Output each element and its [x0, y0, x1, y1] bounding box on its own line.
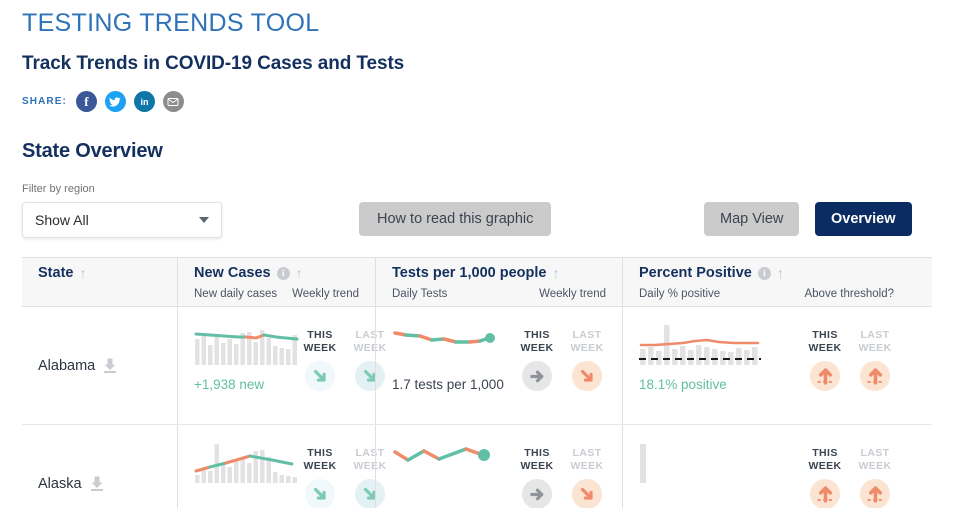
sort-ascending-icon[interactable]: ↑	[552, 266, 559, 280]
download-icon[interactable]	[103, 358, 117, 373]
region-filter-select[interactable]: Show All	[22, 202, 222, 238]
sort-ascending-icon[interactable]: ↑	[296, 266, 303, 280]
trend-arrow-up-threshold-last-week	[860, 361, 890, 391]
percent-positive-sparkbar-chart	[639, 425, 759, 508]
this-week-label: THIS WEEK	[808, 329, 842, 354]
this-week-label: THIS WEEK	[520, 329, 554, 354]
state-name: Alaska	[38, 475, 82, 492]
tests-caption: 1.7 tests per 1,000	[392, 377, 504, 392]
linkedin-share-icon[interactable]: in	[133, 91, 155, 112]
share-row: SHARE: f in	[22, 91, 955, 112]
column-header-state[interactable]: State ↑	[22, 258, 177, 306]
region-filter-value: Show All	[35, 212, 89, 228]
column-title-tests-per-1000: Tests per 1,000 people	[392, 265, 547, 281]
this-week-label: THIS WEEK	[520, 447, 554, 472]
testing-trends-tool-page: TESTING TRENDS TOOL Track Trends in COVI…	[0, 0, 955, 508]
chevron-down-icon	[199, 217, 209, 223]
table-row[interactable]: Alaska THIS WEEK LAST WEEK THIS WEEK LAS…	[22, 425, 932, 508]
trend-arrow-flat-this-week	[522, 479, 552, 508]
percent-positive-cell: 18.1% positive THIS WEEK LAST WEEK	[622, 307, 910, 424]
trend-arrow-flat-this-week	[522, 361, 552, 391]
last-week-label: LAST WEEK	[858, 447, 892, 472]
new-cases-cell: THIS WEEK LAST WEEK	[177, 425, 386, 508]
column-header-new-cases[interactable]: New Cases i ↑ New daily cases Weekly tre…	[177, 258, 375, 306]
trend-arrow-down-this-week	[305, 479, 335, 508]
tests-trend-arrows: THIS WEEK LAST WEEK	[516, 425, 622, 508]
page-header: TESTING TRENDS TOOL Track Trends in COVI…	[0, 0, 955, 112]
tests-trend-arrows: THIS WEEK LAST WEEK	[516, 307, 622, 424]
column-title-new-cases: New Cases	[194, 265, 271, 281]
twitter-share-icon[interactable]	[104, 91, 126, 112]
this-week-label: THIS WEEK	[303, 447, 337, 472]
page-title: TESTING TRENDS TOOL	[22, 9, 320, 37]
last-week-label: LAST WEEK	[570, 329, 604, 354]
section-title: State Overview	[22, 140, 163, 162]
tests-sparkline-chart	[392, 425, 512, 508]
facebook-share-icon[interactable]: f	[75, 91, 97, 112]
state-cell: Alaska	[22, 425, 177, 508]
last-week-label: LAST WEEK	[858, 329, 892, 354]
how-to-read-button[interactable]: How to read this graphic	[359, 202, 552, 236]
column-subheader-above-threshold: Above threshold?	[804, 288, 894, 300]
page-subtitle: Track Trends in COVID-19 Cases and Tests	[22, 53, 405, 74]
tests-per-1000-cell: THIS WEEK LAST WEEK	[375, 425, 622, 508]
state-overview-table: State ↑ New Cases i ↑ New daily cases We…	[22, 257, 932, 508]
column-subheader-weekly-trend: Weekly trend	[292, 288, 359, 300]
overview-button[interactable]: Overview	[815, 202, 912, 236]
info-icon[interactable]: i	[276, 266, 290, 280]
percent-positive-trend-arrows: THIS WEEK LAST WEEK	[804, 307, 910, 424]
column-subheader-new-daily-cases: New daily cases	[194, 288, 278, 300]
trend-arrow-down-this-week	[305, 361, 335, 391]
table-header-row: State ↑ New Cases i ↑ New daily cases We…	[22, 257, 932, 307]
info-icon[interactable]: i	[757, 266, 771, 280]
new-cases-sparkbar-chart: +1,938 new	[194, 307, 299, 424]
trend-arrow-up-threshold-this-week	[810, 479, 840, 508]
table-row[interactable]: Alabama +1,938 new THIS WEEK LAST WEEK 1…	[22, 307, 932, 425]
region-filter-label: Filter by region	[22, 183, 95, 195]
map-view-button[interactable]: Map View	[704, 202, 800, 236]
email-share-icon[interactable]	[162, 91, 184, 112]
trend-arrow-down-last-week	[572, 479, 602, 508]
percent-positive-cell: THIS WEEK LAST WEEK	[622, 425, 910, 508]
new-cases-caption: +1,938 new	[194, 377, 265, 392]
new-cases-cell: +1,938 new THIS WEEK LAST WEEK	[177, 307, 386, 424]
share-label: SHARE:	[22, 96, 67, 107]
this-week-label: THIS WEEK	[808, 447, 842, 472]
state-overview-section: State Overview Filter by region Show All…	[0, 140, 955, 241]
new-cases-sparkbar-chart	[194, 425, 299, 508]
this-week-label: THIS WEEK	[303, 329, 337, 354]
tests-per-1000-cell: 1.7 tests per 1,000 THIS WEEK LAST WEEK	[375, 307, 622, 424]
column-header-tests-per-1000[interactable]: Tests per 1,000 people ↑ Daily Tests Wee…	[375, 258, 622, 306]
controls-bar: Filter by region Show All How to read th…	[22, 183, 955, 241]
column-title-state: State	[38, 265, 74, 281]
column-title-percent-positive: Percent Positive	[639, 265, 752, 281]
percent-positive-trend-arrows: THIS WEEK LAST WEEK	[804, 425, 910, 508]
percent-positive-caption: 18.1% positive	[639, 377, 727, 392]
percent-positive-sparkbar-chart: 18.1% positive	[639, 307, 761, 424]
trend-arrow-up-threshold-this-week	[810, 361, 840, 391]
column-subheader-daily-tests: Daily Tests	[392, 288, 448, 300]
last-week-label: LAST WEEK	[570, 447, 604, 472]
state-cell: Alabama	[22, 307, 177, 424]
column-subheader-weekly-trend: Weekly trend	[539, 288, 606, 300]
trend-arrow-down-last-week	[572, 361, 602, 391]
trend-arrow-up-threshold-last-week	[860, 479, 890, 508]
tests-sparkline-chart: 1.7 tests per 1,000	[392, 307, 512, 424]
download-icon[interactable]	[90, 476, 104, 491]
column-subheader-daily-percent-positive: Daily % positive	[639, 288, 721, 300]
column-header-percent-positive[interactable]: Percent Positive i ↑ Daily % positive Ab…	[622, 258, 910, 306]
sort-ascending-icon[interactable]: ↑	[79, 266, 86, 280]
state-name: Alabama	[38, 357, 96, 374]
sort-ascending-icon[interactable]: ↑	[777, 266, 784, 280]
